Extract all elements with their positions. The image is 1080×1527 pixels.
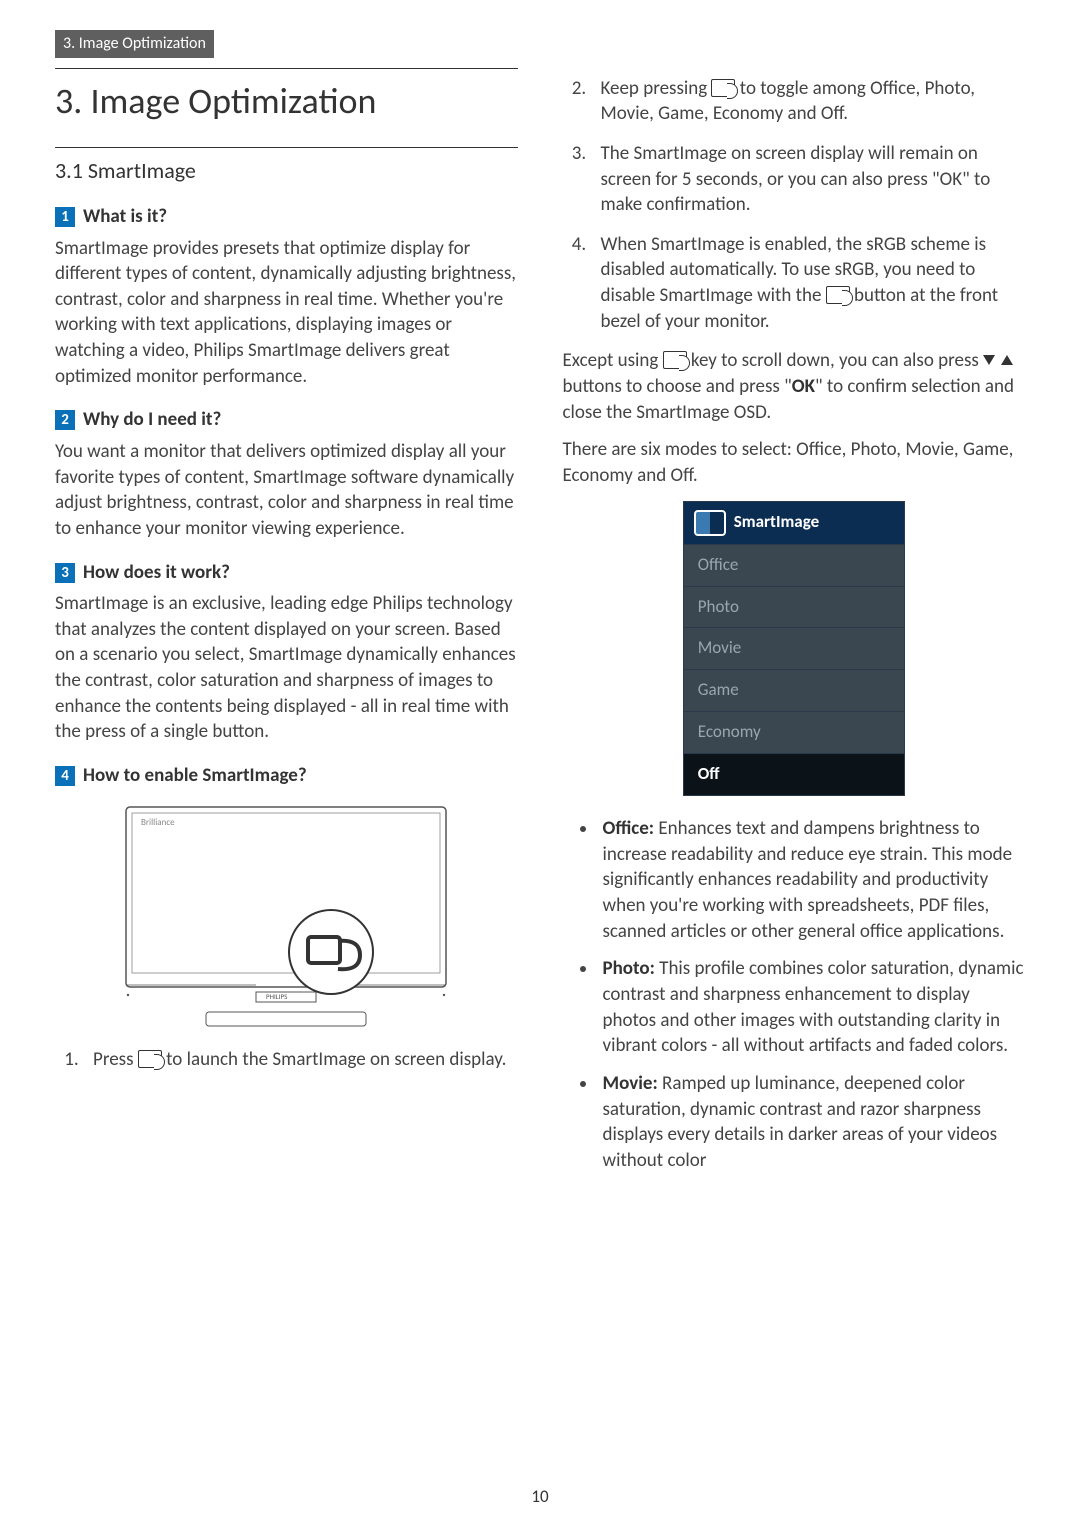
q2-title: Why do I need it? — [83, 408, 221, 431]
osd-item-photo: Photo — [684, 586, 904, 628]
svg-text:Brilliance: Brilliance — [141, 817, 175, 828]
left-steps: Press to launch the SmartImage on screen… — [55, 1047, 518, 1073]
smartimage-icon — [138, 1050, 162, 1068]
monitor-illustration: Brilliance PHILIPS — [106, 797, 466, 1037]
bullet-photo-label: Photo: — [603, 957, 655, 980]
q1-title: What is it? — [83, 205, 167, 228]
arrow-up-icon — [1001, 355, 1013, 365]
q2-heading: 2 Why do I need it? — [55, 407, 518, 433]
bullet-photo: Photo: This profile combines color satur… — [598, 956, 1026, 1059]
osd-item-economy: Economy — [684, 711, 904, 753]
step-1a: Press — [93, 1048, 138, 1071]
q1-body: SmartImage provides presets that optimiz… — [55, 236, 518, 390]
chapter-title: 3. Image Optimization — [55, 68, 518, 126]
smartimage-icon — [663, 351, 687, 369]
q2-number: 2 — [55, 410, 75, 430]
bullet-office: Office: Enhances text and dampens bright… — [598, 816, 1026, 944]
right-steps: Keep pressing to toggle among Office, Ph… — [563, 76, 1026, 335]
q4-title: How to enable SmartImage? — [83, 764, 307, 787]
bullet-photo-body: This profile combines color saturation, … — [603, 957, 1024, 1057]
step-1: Press to launch the SmartImage on screen… — [83, 1047, 518, 1073]
smartimage-icon — [711, 79, 735, 97]
modes-intro: There are six modes to select: Office, P… — [563, 437, 1026, 488]
q2-body: You want a monitor that delivers optimiz… — [55, 439, 518, 542]
q3-heading: 3 How does it work? — [55, 560, 518, 586]
osd-item-movie: Movie — [684, 627, 904, 669]
running-header: 3. Image Optimization — [55, 30, 214, 58]
bullet-movie-label: Movie: — [603, 1072, 658, 1095]
q4-number: 4 — [55, 766, 75, 786]
osd-title-row: SmartImage — [684, 502, 904, 544]
mode-bullets: Office: Enhances text and dampens bright… — [563, 816, 1026, 1173]
bullet-movie: Movie: Ramped up luminance, deepened col… — [598, 1071, 1026, 1174]
page-number: 10 — [0, 1486, 1080, 1509]
osd-item-game: Game — [684, 669, 904, 711]
step-3: The SmartImage on screen display will re… — [591, 141, 1026, 218]
smartimage-icon — [826, 286, 850, 304]
q3-body: SmartImage is an exclusive, leading edge… — [55, 591, 518, 745]
bullet-movie-body: Ramped up luminance, deepened color satu… — [603, 1072, 998, 1172]
step-2: Keep pressing to toggle among Office, Ph… — [591, 76, 1026, 127]
osd-menu: SmartImage Office Photo Movie Game Econo… — [683, 501, 905, 797]
osd-title-text: SmartImage — [734, 511, 819, 534]
except-a: Except using — [563, 349, 663, 372]
step-1b: to launch the SmartImage on screen displ… — [162, 1048, 507, 1071]
left-column: 3. Image Optimization 3.1 SmartImage 1 Wh… — [55, 58, 518, 1186]
except-c: buttons to choose and press " — [563, 375, 792, 398]
except-b: key to scroll down, you can also press — [687, 349, 984, 372]
bullet-office-label: Office: — [603, 817, 655, 840]
svg-text:PHILIPS: PHILIPS — [266, 992, 287, 1001]
q4-heading: 4 How to enable SmartImage? — [55, 763, 518, 789]
q1-number: 1 — [55, 207, 75, 227]
q3-title: How does it work? — [83, 561, 230, 584]
except-ok: OK — [792, 375, 815, 398]
q1-heading: 1 What is it? — [55, 204, 518, 230]
q3-number: 3 — [55, 563, 75, 583]
right-column: Keep pressing to toggle among Office, Ph… — [563, 58, 1026, 1186]
osd-item-off: Off — [684, 753, 904, 795]
osd-item-office: Office — [684, 544, 904, 586]
bullet-office-body: Enhances text and dampens brightness to … — [603, 817, 1013, 943]
except-paragraph: Except using key to scroll down, you can… — [563, 348, 1026, 425]
smartimage-osd-icon — [694, 510, 726, 536]
step-2a: Keep pressing — [601, 77, 712, 100]
arrow-down-icon — [983, 355, 995, 365]
section-title: 3.1 SmartImage — [55, 147, 518, 186]
step-4: When SmartImage is enabled, the sRGB sch… — [591, 232, 1026, 335]
